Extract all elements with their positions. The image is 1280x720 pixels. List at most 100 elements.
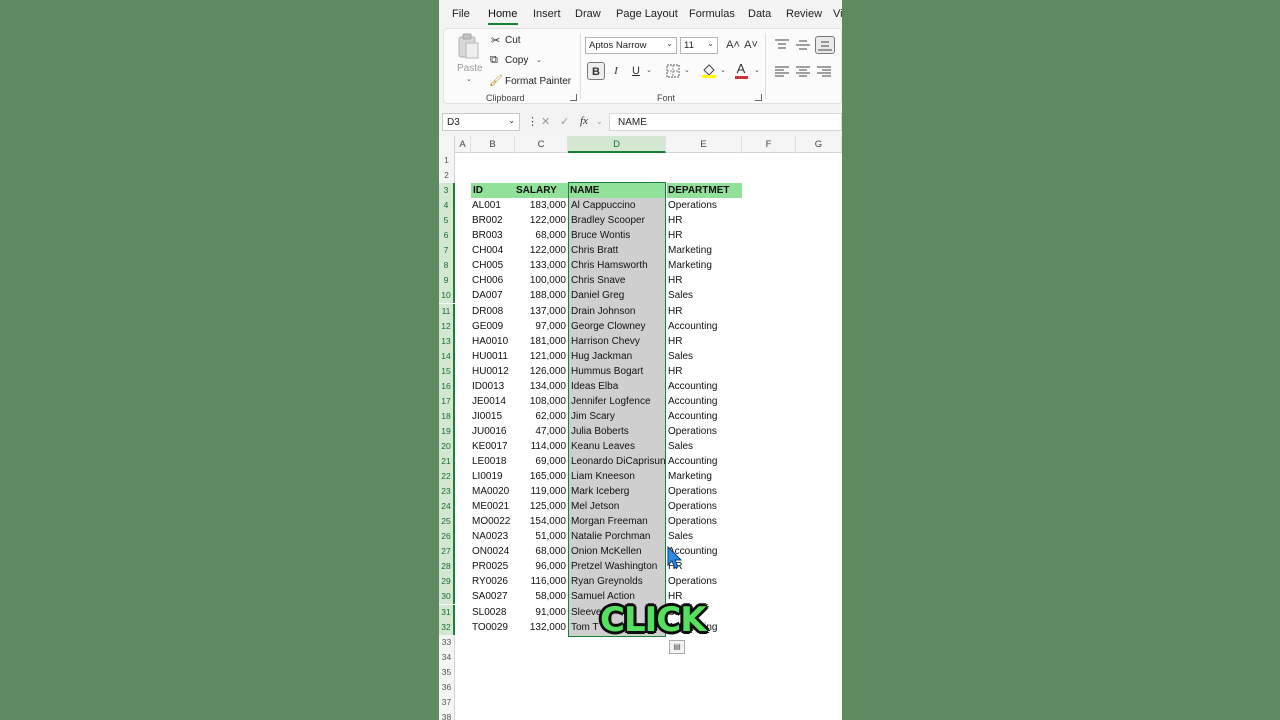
cell-salary[interactable]: 165,000 [515, 469, 567, 484]
cell-department[interactable]: Accounting [667, 379, 742, 394]
row-header-2[interactable]: 2 [439, 168, 455, 184]
row-header-37[interactable]: 37 [439, 694, 455, 710]
row-header-4[interactable]: 4 [439, 198, 455, 214]
align-right-icon[interactable] [817, 66, 831, 78]
fill-color-icon[interactable] [701, 62, 717, 78]
cell-salary[interactable]: 97,000 [515, 319, 567, 334]
paste-dropdown-icon[interactable]: ⌄ [466, 75, 472, 83]
cell-salary[interactable]: 183,000 [515, 198, 567, 213]
cell-salary[interactable]: 51,000 [515, 529, 567, 544]
cell-salary[interactable]: 122,000 [515, 243, 567, 258]
header-cell-department[interactable]: DEPARTMET [667, 183, 742, 199]
cell-id[interactable]: BR002 [472, 213, 515, 228]
italic-button[interactable]: I [607, 62, 625, 80]
cell-id[interactable]: HA0010 [472, 334, 515, 349]
more-options-icon[interactable]: ⋮ [527, 115, 538, 128]
cell-salary[interactable]: 96,000 [515, 559, 567, 574]
cell-department[interactable]: HR [667, 213, 742, 228]
row-header-17[interactable]: 17 [439, 393, 455, 409]
cell-salary[interactable]: 91,000 [515, 605, 567, 620]
cell-salary[interactable]: 119,000 [515, 484, 567, 499]
cancel-icon[interactable]: ✕ [541, 115, 550, 128]
column-header-f[interactable]: F [742, 136, 796, 153]
cell-id[interactable]: BR003 [472, 228, 515, 243]
cell-department[interactable]: HR [667, 334, 742, 349]
cell-department[interactable]: Operations [667, 484, 742, 499]
cell-id[interactable]: CH004 [472, 243, 515, 258]
cell-department[interactable]: Accounting [667, 454, 742, 469]
font-color-dropdown-icon[interactable]: ⌄ [754, 66, 760, 74]
font-size-select[interactable]: 11 ⌄ [680, 37, 718, 54]
format-painter-button[interactable]: Format Painter [505, 76, 571, 87]
cell-id[interactable]: SA0027 [472, 589, 515, 604]
row-header-27[interactable]: 27 [439, 544, 455, 560]
row-header-19[interactable]: 19 [439, 423, 455, 439]
cell-id[interactable]: JE0014 [472, 394, 515, 409]
row-header-5[interactable]: 5 [439, 213, 455, 229]
cell-salary[interactable]: 68,000 [515, 228, 567, 243]
row-header-16[interactable]: 16 [439, 378, 455, 394]
column-header-g[interactable]: G [796, 136, 842, 153]
underline-dropdown-icon[interactable]: ⌄ [646, 66, 652, 74]
cell-department[interactable]: Accounting [667, 319, 742, 334]
cell-salary[interactable]: 181,000 [515, 334, 567, 349]
row-header-36[interactable]: 36 [439, 679, 455, 695]
header-cell-id[interactable]: ID [471, 183, 515, 199]
cell-id[interactable]: SL0028 [472, 605, 515, 620]
row-header-35[interactable]: 35 [439, 664, 455, 680]
cell-id[interactable]: ME0021 [472, 499, 515, 514]
cell-id[interactable]: HU0011 [472, 349, 515, 364]
column-header-d[interactable]: D [568, 136, 666, 153]
cell-id[interactable]: NA0023 [472, 529, 515, 544]
cell-department[interactable]: Operations [667, 514, 742, 529]
name-box[interactable]: D3 ⌄ [442, 113, 520, 131]
row-header-30[interactable]: 30 [439, 589, 455, 605]
column-header-c[interactable]: C [515, 136, 568, 153]
formula-input[interactable]: NAME [609, 113, 842, 131]
cell-id[interactable]: MO0022 [472, 514, 515, 529]
cell-id[interactable]: PR0025 [472, 559, 515, 574]
enter-check-icon[interactable]: ✓ [560, 115, 569, 128]
align-bottom-button[interactable] [815, 36, 835, 54]
cell-salary[interactable]: 100,000 [515, 273, 567, 288]
tab-view[interactable]: Vi [833, 8, 842, 20]
cell-department[interactable]: Operations [667, 424, 742, 439]
column-header-e[interactable]: E [666, 136, 742, 153]
cell-id[interactable]: LE0018 [472, 454, 515, 469]
cell-department[interactable]: Marketing [667, 243, 742, 258]
cell-department[interactable]: HR [667, 273, 742, 288]
bold-button[interactable]: B [587, 62, 605, 80]
cut-button[interactable]: Cut [505, 35, 521, 46]
cell-salary[interactable]: 188,000 [515, 288, 567, 303]
font-family-select[interactable]: Aptos Narrow ⌄ [585, 37, 677, 54]
cell-salary[interactable]: 122,000 [515, 213, 567, 228]
align-left-icon[interactable] [775, 66, 789, 78]
cell-id[interactable]: CH006 [472, 273, 515, 288]
row-header-20[interactable]: 20 [439, 438, 455, 454]
cell-department[interactable]: HR [667, 304, 742, 319]
row-header-13[interactable]: 13 [439, 333, 455, 349]
cell-department[interactable]: Sales [667, 439, 742, 454]
underline-button[interactable]: U [627, 62, 645, 80]
cell-department[interactable]: Sales [667, 288, 742, 303]
cell-salary[interactable]: 58,000 [515, 589, 567, 604]
cell-department[interactable]: Operations [667, 574, 742, 589]
row-header-22[interactable]: 22 [439, 469, 455, 485]
clipboard-launcher-icon[interactable] [570, 94, 577, 101]
row-header-26[interactable]: 26 [439, 529, 455, 545]
row-header-11[interactable]: 11 [439, 303, 455, 319]
tab-formulas[interactable]: Formulas [689, 8, 735, 20]
cell-salary[interactable]: 62,000 [515, 409, 567, 424]
cell-salary[interactable]: 125,000 [515, 499, 567, 514]
row-header-15[interactable]: 15 [439, 363, 455, 379]
tab-home[interactable]: Home [488, 8, 517, 20]
cell-department[interactable]: Marketing [667, 258, 742, 273]
increase-font-size-button[interactable]: A˄ [724, 36, 742, 54]
cell-id[interactable]: CH005 [472, 258, 515, 273]
row-header-33[interactable]: 33 [439, 634, 455, 650]
cell-salary[interactable]: 132,000 [515, 620, 567, 635]
copy-dropdown-icon[interactable]: ⌄ [536, 56, 542, 64]
chevron-down-icon[interactable]: ⌄ [596, 117, 603, 126]
row-header-10[interactable]: 10 [439, 288, 455, 304]
row-header-12[interactable]: 12 [439, 318, 455, 334]
